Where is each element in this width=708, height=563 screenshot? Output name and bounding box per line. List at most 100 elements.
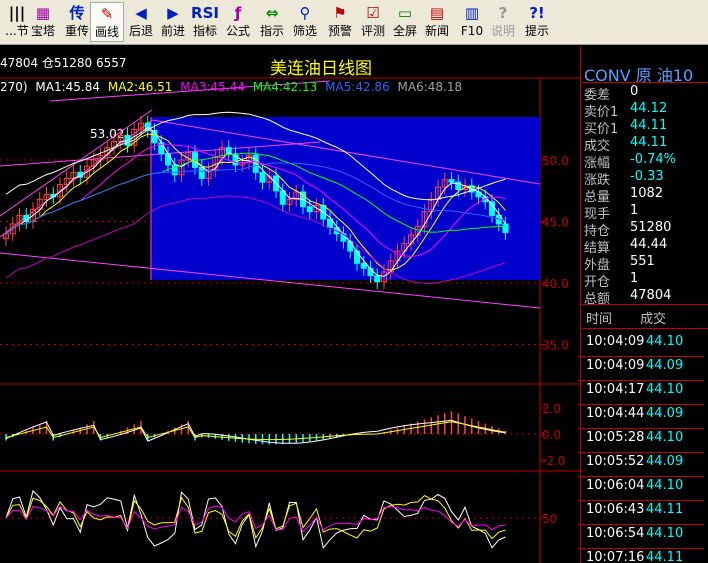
news-label: 新闻 bbox=[424, 24, 449, 38]
quote-row: 涨幅 -0.74% bbox=[584, 152, 708, 171]
reload-label: 重传 bbox=[64, 24, 89, 38]
trade-price: 44.10 bbox=[646, 478, 684, 493]
separator bbox=[578, 548, 704, 549]
evaluate-button[interactable]: ☑ 评测 bbox=[356, 2, 390, 42]
candle-body bbox=[360, 262, 367, 269]
trade-price: 44.09 bbox=[646, 454, 684, 469]
fullscreen-button[interactable]: ▭ 全屏 bbox=[388, 2, 422, 42]
quote-value: 1082 bbox=[630, 186, 664, 201]
highlight-box bbox=[151, 117, 540, 280]
indicator-button[interactable]: RSI 指标 bbox=[188, 2, 222, 42]
reload-button[interactable]: 传重传 bbox=[60, 2, 94, 42]
trade-time: 10:05:52 bbox=[586, 454, 645, 469]
quote-value: 47804 bbox=[630, 288, 672, 303]
back-icon: ◀ bbox=[135, 4, 147, 22]
tips-button[interactable]: ?! 提示 bbox=[520, 2, 554, 42]
quote-row: 总额 47804 bbox=[584, 288, 708, 307]
price-axis-label: 45.0 bbox=[542, 216, 569, 230]
alert-icon: ⚑ bbox=[333, 4, 347, 22]
kline-chart-canvas[interactable]: 50.0 45.0 40.0 35.0 53.02 2.0 0.0 -2.0 50 bbox=[0, 46, 581, 563]
chart-info-line: 47804 仓51280 6557 bbox=[0, 56, 127, 70]
separator bbox=[578, 476, 704, 477]
separator bbox=[578, 404, 704, 405]
trade-row: 10:04:44 44.09 bbox=[586, 406, 683, 430]
back-button[interactable]: ◀ 后退 bbox=[124, 2, 158, 42]
trade-row: 10:04:09 44.10 bbox=[586, 334, 683, 358]
macd-axis-label: 0.0 bbox=[542, 428, 561, 442]
trade-time: 10:04:09 bbox=[586, 358, 645, 373]
ma4-label: MA4:42.13 bbox=[252, 80, 318, 94]
trade-list-header: 时间 成交 bbox=[586, 308, 690, 327]
screener-icon: ⚲ bbox=[299, 4, 311, 22]
price-axis-label: 50.0 bbox=[542, 154, 569, 168]
kline-chart-panel[interactable]: 50.0 45.0 40.0 35.0 53.02 2.0 0.0 -2.0 50 47804 … bbox=[0, 46, 581, 563]
tower-button[interactable]: ▦ 宝塔 bbox=[26, 2, 60, 42]
trade-row: 10:05:52 44.09 bbox=[586, 454, 683, 478]
signal-button[interactable]: ⇔ 指示 bbox=[255, 2, 289, 42]
separator bbox=[578, 356, 704, 357]
formula-label: 公式 bbox=[225, 24, 250, 38]
quote-row: 总量 1082 bbox=[584, 186, 708, 205]
ma5-label: MA5:42.86 bbox=[325, 80, 390, 94]
trade-time: 10:06:43 bbox=[586, 502, 645, 517]
separator bbox=[578, 428, 704, 429]
separator bbox=[582, 328, 708, 329]
fullscreen-label: 全屏 bbox=[392, 24, 417, 38]
trade-price-header: 成交 bbox=[640, 312, 667, 327]
layout-icon: ||| bbox=[8, 4, 26, 22]
quote-row: 外盘 551 bbox=[584, 254, 708, 273]
quote-row: 持仓 51280 bbox=[584, 220, 708, 239]
trade-price: 44.09 bbox=[646, 406, 684, 421]
quote-value: 0 bbox=[630, 84, 639, 99]
quote-row: 委差 0 bbox=[584, 84, 708, 103]
help-icon: ? bbox=[498, 4, 508, 22]
screener-label: 筛选 bbox=[292, 24, 317, 38]
forward-button[interactable]: ▶ 前进 bbox=[156, 2, 190, 42]
news-button[interactable]: ▤ 新闻 bbox=[420, 2, 454, 42]
quote-row: 成交 44.11 bbox=[584, 135, 708, 154]
formula-button[interactable]: ƒ 公式 bbox=[221, 2, 255, 42]
tower-label: 宝塔 bbox=[30, 24, 55, 38]
indicator-label: 指标 bbox=[192, 24, 217, 38]
ma6-label: MA6:48.18 bbox=[397, 80, 463, 94]
tower-icon: ▦ bbox=[35, 4, 51, 22]
back-label: 后退 bbox=[128, 24, 153, 38]
quote-row: 现手 1 bbox=[584, 203, 708, 222]
f10-button[interactable]: ▥ F10 bbox=[455, 2, 489, 42]
trade-row: 10:06:43 44.11 bbox=[586, 502, 683, 526]
candle-body bbox=[502, 223, 509, 234]
indicator-icon: RSI bbox=[191, 4, 219, 22]
high-price-label: 53.02 bbox=[90, 127, 124, 141]
quote-row: 卖价1 44.12 bbox=[584, 101, 708, 120]
separator bbox=[578, 452, 704, 453]
trade-time: 10:05:28 bbox=[586, 430, 645, 445]
tips-label: 提示 bbox=[524, 24, 549, 38]
trade-price: 44.10 bbox=[646, 382, 684, 397]
alert-button[interactable]: ⚑ 预警 bbox=[323, 2, 357, 42]
quote-row: 开仓 1 bbox=[584, 271, 708, 290]
candle-body bbox=[489, 201, 495, 216]
rsi-axis-label: 50 bbox=[542, 512, 557, 526]
quote-value: 44.44 bbox=[630, 237, 668, 252]
candle-body bbox=[374, 275, 381, 283]
trade-price: 44.11 bbox=[646, 550, 684, 563]
candle-body bbox=[448, 179, 455, 183]
separator bbox=[582, 304, 708, 305]
candle-body bbox=[165, 153, 171, 166]
help-button[interactable]: ? 说明 bbox=[486, 2, 520, 42]
trade-row: 10:05:28 44.10 bbox=[586, 430, 683, 454]
screener-button[interactable]: ⚲ 筛选 bbox=[288, 2, 322, 42]
draw-line-button[interactable]: ✎ 画线 bbox=[90, 2, 124, 42]
candle-body bbox=[259, 171, 266, 183]
quote-panel: CONV 原 油10 委差 0 卖价1 44.12 买价1 44.11 成交 44.11 涨幅 -… bbox=[578, 46, 708, 563]
quote-value: 551 bbox=[630, 254, 655, 269]
separator bbox=[578, 524, 704, 525]
evaluate-label: 评测 bbox=[360, 24, 385, 38]
trade-time: 10:04:44 bbox=[586, 406, 645, 421]
trade-price: 44.10 bbox=[646, 430, 684, 445]
quote-row: 买价1 44.11 bbox=[584, 118, 708, 137]
signal-icon: ⇔ bbox=[265, 4, 279, 22]
quote-value: 1 bbox=[630, 203, 639, 218]
candle-body bbox=[198, 166, 205, 179]
formula-icon: ƒ bbox=[234, 4, 242, 22]
